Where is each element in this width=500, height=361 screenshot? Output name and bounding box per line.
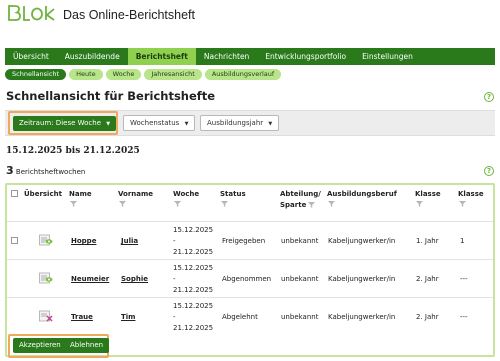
subnav-jahresansicht[interactable]: Jahresansicht: [144, 69, 202, 80]
subnav-schnellansicht[interactable]: Schnellansicht: [5, 69, 67, 80]
filter-icon[interactable]: [459, 201, 466, 207]
cell-klasse-2: 1: [460, 237, 465, 245]
filter-icon[interactable]: [174, 201, 181, 207]
row-checkbox[interactable]: [11, 237, 18, 244]
cell-status: Freigegeben: [222, 237, 266, 245]
cell-abteilung: unbekannt: [281, 313, 319, 321]
help-icon[interactable]: ?: [484, 92, 494, 102]
filter-icon[interactable]: [70, 201, 77, 207]
subnav-woche[interactable]: Woche: [105, 69, 142, 80]
report-rejected-icon[interactable]: [39, 310, 53, 322]
cell-beruf: Kabeljungwerker/in: [328, 313, 396, 321]
cell-klasse-1: 1. Jahr: [416, 237, 439, 245]
cell-klasse-2: ---: [460, 275, 468, 283]
zeitraum-dropdown[interactable]: Zeitraum: Diese Woche ▼: [13, 116, 117, 131]
nav-item-berichtsheft[interactable]: Berichtsheft: [127, 48, 196, 65]
filter-icon[interactable]: [221, 201, 228, 207]
subnav-ausbildungsverlauf[interactable]: Ausbildungsverlauf: [204, 69, 282, 80]
cell-beruf: Kabeljungwerker/in: [328, 275, 396, 283]
help-icon[interactable]: ?: [484, 166, 494, 176]
zeitraum-label: Zeitraum: Diese Woche: [19, 119, 102, 127]
chevron-down-icon: ▼: [268, 121, 273, 127]
table-row[interactable]: Neumeier Sophie 15.12.2025 - 21.12.2025 …: [7, 259, 493, 297]
wochenstatus-dropdown[interactable]: Wochenstatus ▼: [123, 115, 196, 131]
cell-klasse-1: 2. Jahr: [416, 313, 439, 321]
result-count: 3 Berichtsheftwochen: [6, 164, 85, 177]
cell-woche-sep: -: [173, 313, 176, 321]
cell-status: Abgelehnt: [222, 313, 258, 321]
cell-beruf: Kabeljungwerker/in: [328, 237, 396, 245]
col-woche[interactable]: Woche: [173, 189, 199, 199]
col-ausbildungsberuf[interactable]: Ausbildungsberuf: [327, 189, 397, 199]
blok-logo[interactable]: [6, 4, 58, 22]
filter-icon[interactable]: [328, 201, 335, 207]
reject-button[interactable]: Ablehnen: [64, 338, 110, 353]
cell-name[interactable]: Neumeier: [71, 274, 109, 284]
result-count-label: Berichtsheftwochen: [15, 168, 86, 176]
cell-klasse-2: ---: [460, 313, 468, 321]
ausbildungsjahr-dropdown[interactable]: Ausbildungsjahr ▼: [200, 115, 280, 131]
col-status[interactable]: Status: [220, 189, 246, 199]
select-all-checkbox[interactable]: [11, 190, 18, 197]
cell-klasse-1: 2. Jahr: [416, 275, 439, 283]
accept-button[interactable]: Akzeptieren: [13, 338, 67, 353]
col-vorname[interactable]: Vorname: [118, 189, 153, 199]
result-count-number: 3: [6, 164, 14, 177]
wochenstatus-label: Wochenstatus: [130, 119, 180, 127]
cell-name[interactable]: Hoppe: [71, 236, 96, 246]
date-range: 15.12.2025 bis 21.12.2025: [6, 146, 140, 156]
subnav-heute[interactable]: Heute: [69, 69, 103, 80]
cell-abteilung: unbekannt: [281, 275, 319, 283]
chevron-down-icon: ▼: [106, 121, 111, 127]
filter-icon[interactable]: [119, 201, 126, 207]
blok-logo-mark: [8, 5, 55, 21]
col-klasse-2[interactable]: Klasse: [458, 189, 484, 199]
nav-item-einstellungen[interactable]: Einstellungen: [354, 48, 421, 65]
col-abteilung[interactable]: Abteilung/: [280, 189, 321, 199]
filter-icon[interactable]: [416, 201, 423, 207]
app-title: Das Online-Berichtsheft: [63, 8, 196, 22]
cell-vorname[interactable]: Julia: [121, 236, 138, 246]
cell-woche-end: 21.12.2025: [173, 248, 214, 256]
nav-item-auszubildende[interactable]: Auszubildende: [57, 48, 128, 65]
nav-item-nachrichten[interactable]: Nachrichten: [196, 48, 257, 65]
nav-item-uebersicht[interactable]: Übersicht: [5, 48, 57, 65]
main-navigation: Übersicht Auszubildende Berichtsheft Nac…: [5, 48, 495, 65]
report-view-icon[interactable]: [39, 234, 53, 246]
cell-woche-end: 21.12.2025: [173, 324, 214, 332]
chevron-down-icon: ▼: [184, 121, 189, 127]
col-name[interactable]: Name: [69, 189, 92, 199]
cell-woche-sep: -: [173, 275, 176, 283]
cell-name[interactable]: Traue: [71, 312, 93, 322]
col-uebersicht: Übersicht: [24, 190, 62, 198]
cell-woche-sep: -: [173, 237, 176, 245]
report-view-icon[interactable]: [39, 272, 53, 284]
filter-icon[interactable]: [308, 202, 315, 208]
cell-woche-start: 15.12.2025: [173, 264, 214, 272]
table-row[interactable]: Traue Tim 15.12.2025 - 21.12.2025 Abgele…: [7, 297, 493, 335]
table-header: Übersicht Name Vorname Woche Status Abte…: [7, 185, 493, 221]
col-sparte[interactable]: Sparte: [280, 200, 306, 210]
cell-woche-start: 15.12.2025: [173, 302, 214, 310]
col-klasse-1[interactable]: Klasse: [415, 189, 441, 199]
cell-woche-start: 15.12.2025: [173, 226, 214, 234]
table-row[interactable]: Hoppe Julia 15.12.2025 - 21.12.2025 Frei…: [7, 221, 493, 259]
page-title: Schnellansicht für Berichtshefte: [6, 89, 216, 103]
cell-status: Abgenommen: [222, 275, 272, 283]
cell-woche-end: 21.12.2025: [173, 286, 214, 294]
ausbildungsjahr-label: Ausbildungsjahr: [207, 119, 264, 127]
nav-item-entwicklungsportfolio[interactable]: Entwicklungsportfolio: [257, 48, 354, 65]
cell-vorname[interactable]: Sophie: [121, 274, 148, 284]
report-table: Übersicht Name Vorname Woche Status Abte…: [5, 183, 495, 357]
sub-navigation: Schnellansicht Heute Woche Jahresansicht…: [5, 69, 282, 81]
cell-abteilung: unbekannt: [281, 237, 319, 245]
cell-vorname[interactable]: Tim: [121, 312, 135, 322]
